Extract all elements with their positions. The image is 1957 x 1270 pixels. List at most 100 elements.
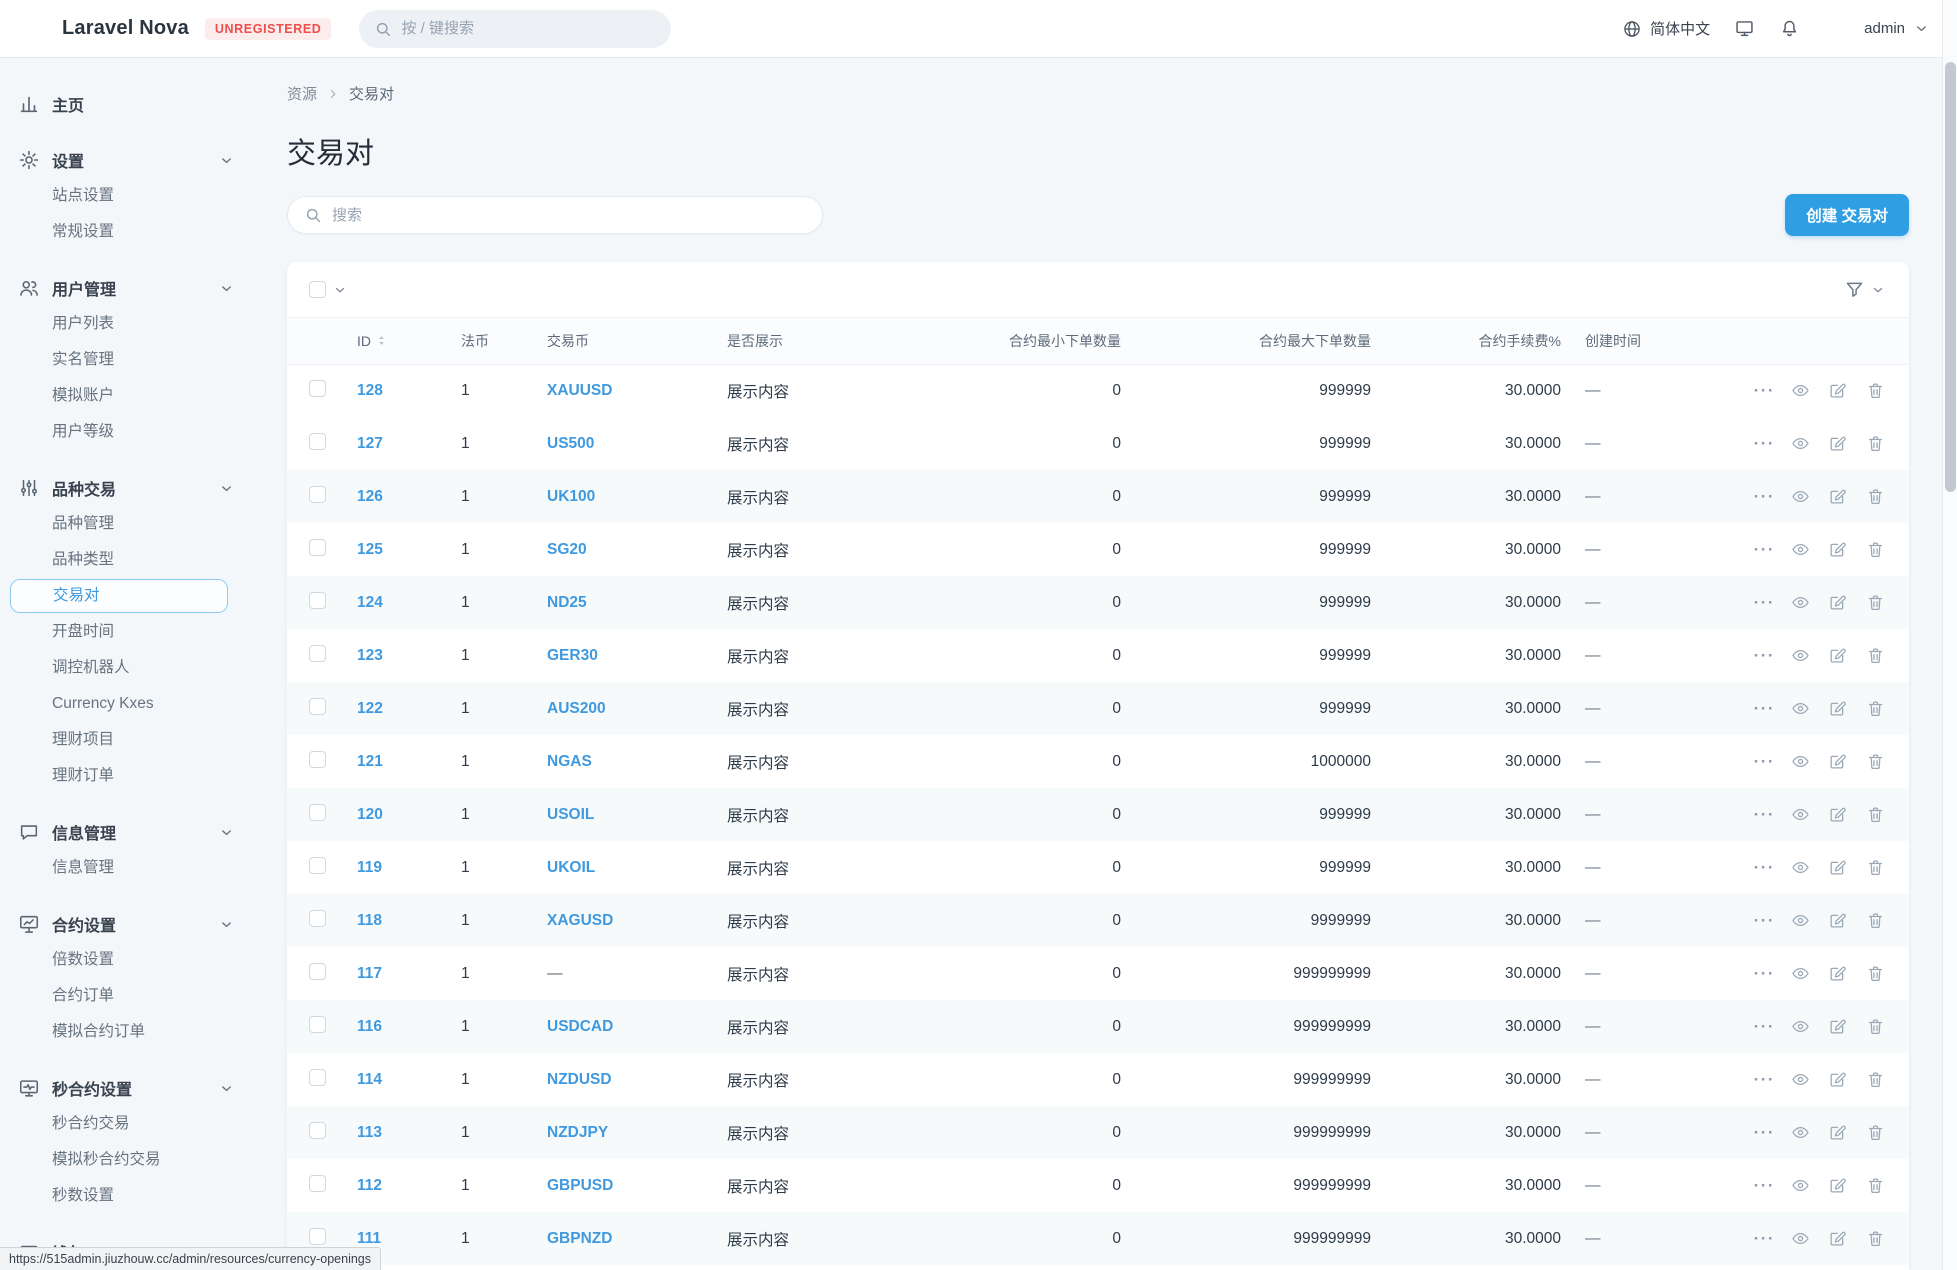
row-coin-link[interactable]: — [547,965,563,982]
more-actions-button[interactable]: ··· [1754,962,1775,986]
row-coin-link[interactable]: AUS200 [547,700,606,717]
global-search-input[interactable] [401,20,656,37]
delete-trash-icon[interactable] [1863,803,1887,827]
view-eye-icon[interactable] [1788,379,1812,403]
delete-trash-icon[interactable] [1863,697,1887,721]
more-actions-button[interactable]: ··· [1754,485,1775,509]
row-coin-link[interactable]: XAGUSD [547,912,613,929]
edit-pencil-icon[interactable] [1826,1015,1850,1039]
select-all-control[interactable] [309,281,347,298]
delete-trash-icon[interactable] [1863,591,1887,615]
language-switcher[interactable]: 简体中文 [1622,18,1710,39]
edit-pencil-icon[interactable] [1826,1121,1850,1145]
row-coin-link[interactable]: GBPUSD [547,1177,613,1194]
row-checkbox[interactable] [309,1122,326,1139]
edit-pencil-icon[interactable] [1826,803,1850,827]
row-id-link[interactable]: 119 [357,859,382,876]
row-id-link[interactable]: 122 [357,700,383,717]
view-eye-icon[interactable] [1788,1015,1812,1039]
chevron-down-icon[interactable] [219,825,234,840]
row-id-link[interactable]: 126 [357,488,383,505]
sidebar-section-seconds-contract-settings[interactable]: 秒合约设置 [18,1070,234,1106]
row-checkbox[interactable] [309,963,326,980]
select-all-checkbox[interactable] [309,281,326,298]
row-coin-link[interactable]: USDCAD [547,1018,613,1035]
delete-trash-icon[interactable] [1863,1174,1887,1198]
edit-pencil-icon[interactable] [1826,909,1850,933]
chevron-down-icon[interactable] [219,281,234,296]
sidebar-item-seconds-settings[interactable]: 秒数设置 [18,1178,234,1214]
row-coin-link[interactable]: XAUUSD [547,382,612,399]
delete-trash-icon[interactable] [1863,644,1887,668]
row-id-link[interactable]: 114 [357,1071,382,1088]
row-checkbox[interactable] [309,380,326,397]
row-coin-link[interactable]: ND25 [547,594,587,611]
row-id-link[interactable]: 118 [357,912,382,929]
row-coin-link[interactable]: GBPNZD [547,1230,612,1247]
row-id-link[interactable]: 125 [357,541,383,558]
sidebar-item-currency-kxes[interactable]: Currency Kxes [18,686,234,722]
row-checkbox[interactable] [309,1016,326,1033]
row-coin-link[interactable]: NZDJPY [547,1124,608,1141]
sidebar-item-symbol-management[interactable]: 品种管理 [18,506,234,542]
more-actions-button[interactable]: ··· [1754,803,1775,827]
more-actions-button[interactable]: ··· [1754,1174,1775,1198]
theme-screen-icon[interactable] [1734,18,1755,39]
row-checkbox[interactable] [309,539,326,556]
view-eye-icon[interactable] [1788,803,1812,827]
chevron-down-icon[interactable] [219,481,234,496]
row-id-link[interactable]: 121 [357,753,383,770]
row-checkbox[interactable] [309,698,326,715]
row-coin-link[interactable]: UK100 [547,488,595,505]
resource-search-input[interactable] [332,207,806,224]
edit-pencil-icon[interactable] [1826,1068,1850,1092]
more-actions-button[interactable]: ··· [1754,856,1775,880]
more-actions-button[interactable]: ··· [1754,538,1775,562]
header-id[interactable]: ID [345,318,449,364]
row-coin-link[interactable]: GER30 [547,647,598,664]
row-id-link[interactable]: 123 [357,647,383,664]
sidebar-item-demo-seconds-contract-trading[interactable]: 模拟秒合约交易 [18,1142,234,1178]
view-eye-icon[interactable] [1788,856,1812,880]
more-actions-button[interactable]: ··· [1754,750,1775,774]
more-actions-button[interactable]: ··· [1754,1068,1775,1092]
row-id-link[interactable]: 111 [357,1230,381,1247]
resource-search[interactable] [287,196,823,234]
more-actions-button[interactable]: ··· [1754,1227,1775,1251]
sidebar-item-wealth-orders[interactable]: 理财订单 [18,758,234,794]
view-eye-icon[interactable] [1788,591,1812,615]
sidebar-section-symbol-trading[interactable]: 品种交易 [18,470,234,506]
row-id-link[interactable]: 124 [357,594,383,611]
edit-pencil-icon[interactable] [1826,1227,1850,1251]
delete-trash-icon[interactable] [1863,1068,1887,1092]
sidebar-item-user-list[interactable]: 用户列表 [18,306,234,342]
chevron-down-icon[interactable] [219,153,234,168]
row-checkbox[interactable] [309,1069,326,1086]
sidebar-section-contract-settings[interactable]: 合约设置 [18,906,234,942]
sidebar-item-symbol-types[interactable]: 品种类型 [18,542,234,578]
edit-pencil-icon[interactable] [1826,1174,1850,1198]
delete-trash-icon[interactable] [1863,856,1887,880]
view-eye-icon[interactable] [1788,485,1812,509]
delete-trash-icon[interactable] [1863,379,1887,403]
delete-trash-icon[interactable] [1863,538,1887,562]
user-menu[interactable]: admin [1824,13,1929,44]
row-id-link[interactable]: 113 [357,1124,382,1141]
delete-trash-icon[interactable] [1863,485,1887,509]
row-id-link[interactable]: 128 [357,382,383,399]
view-eye-icon[interactable] [1788,538,1812,562]
view-eye-icon[interactable] [1788,909,1812,933]
delete-trash-icon[interactable] [1863,962,1887,986]
sidebar-item-multiplier-settings[interactable]: 倍数设置 [18,942,234,978]
row-checkbox[interactable] [309,910,326,927]
sidebar-item-opening-times[interactable]: 开盘时间 [18,614,234,650]
row-id-link[interactable]: 112 [357,1177,382,1194]
breadcrumb-resources[interactable]: 资源 [287,83,317,104]
edit-pencil-icon[interactable] [1826,644,1850,668]
more-actions-button[interactable]: ··· [1754,909,1775,933]
sidebar-section-info-management[interactable]: 信息管理 [18,814,234,850]
sidebar-item-trading-pairs[interactable]: 交易对 [10,579,228,613]
more-actions-button[interactable]: ··· [1754,1121,1775,1145]
sidebar-section-user-management[interactable]: 用户管理 [18,270,234,306]
row-checkbox[interactable] [309,1175,326,1192]
